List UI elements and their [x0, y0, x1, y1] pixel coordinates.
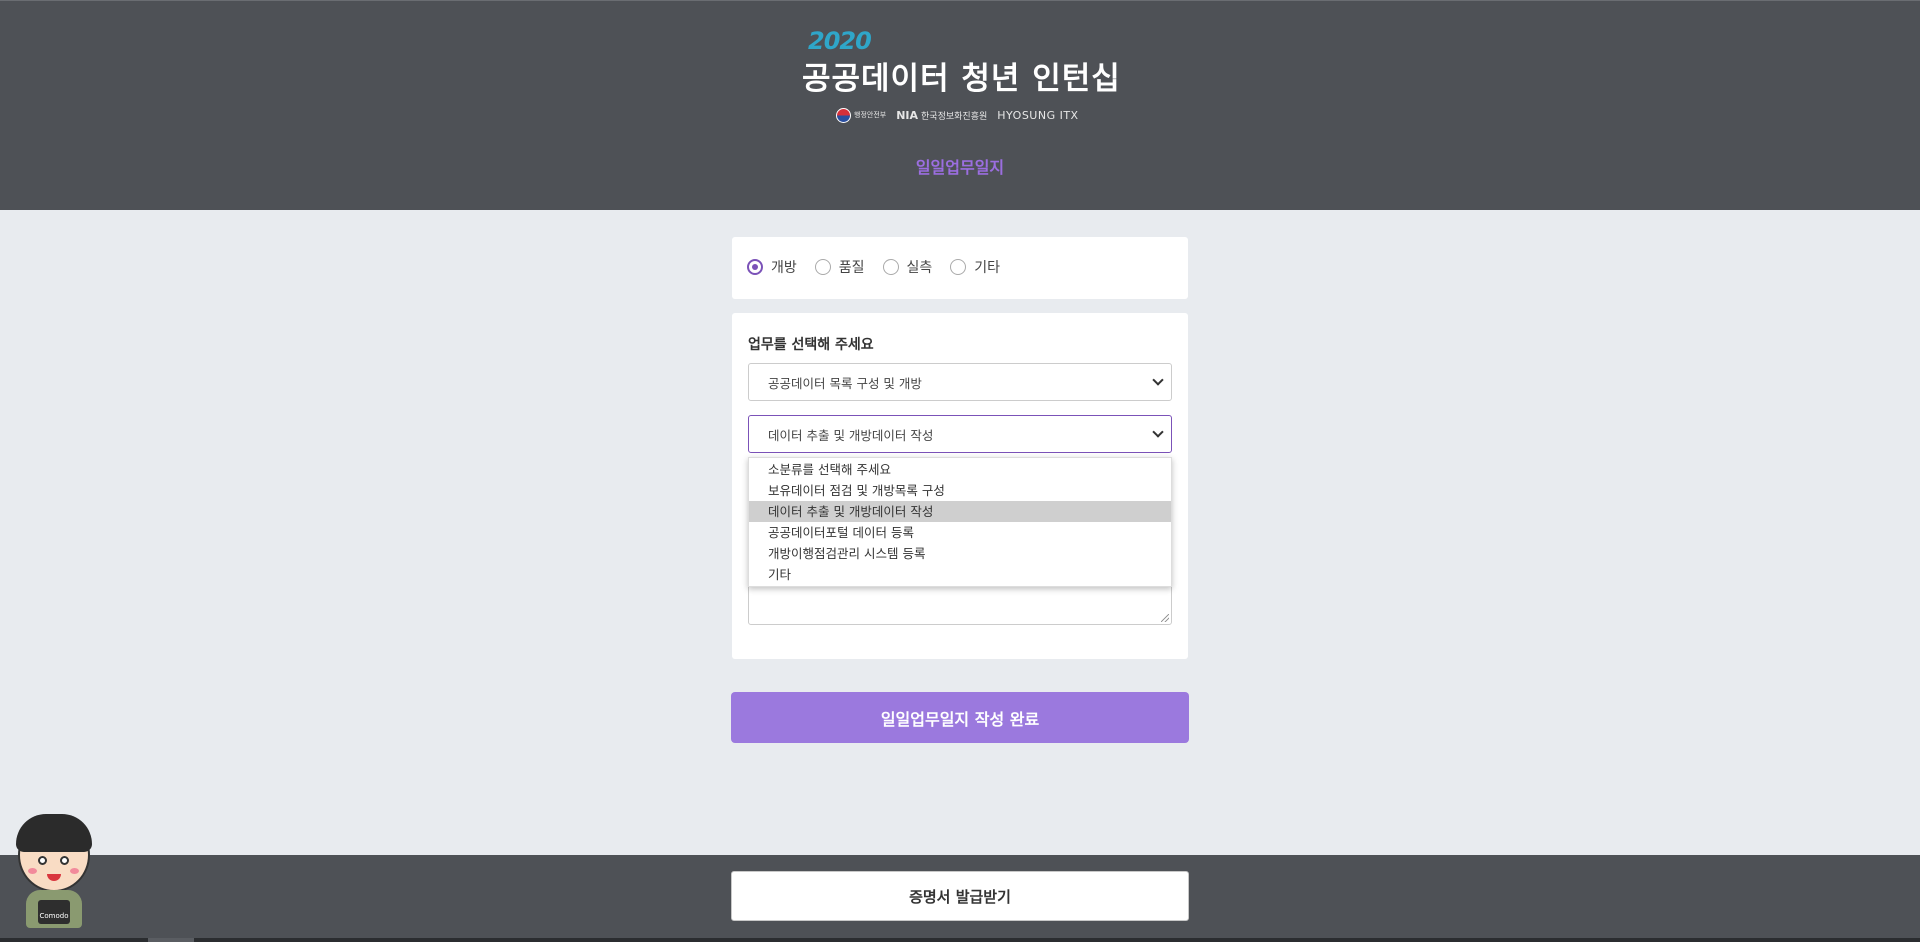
sub-task-dropdown-list: 소분류를 선택해 주세요 보유데이터 점검 및 개방목록 구성 데이터 추출 및…	[748, 457, 1172, 587]
mascot-eye	[38, 856, 47, 865]
radio-circle-checked[interactable]	[747, 259, 763, 275]
main-task-select[interactable]: 공공데이터 목록 구성 및 개방	[748, 363, 1172, 401]
mascot-character-icon[interactable]: Comodo	[12, 812, 96, 930]
dropdown-option[interactable]: 개방이행점검관리 시스템 등록	[749, 543, 1171, 564]
certificate-button[interactable]: 증명서 발급받기	[731, 871, 1189, 921]
radio-survey[interactable]: 실측	[882, 257, 932, 277]
mascot-eye	[60, 856, 69, 865]
dropdown-option[interactable]: 보유데이터 점검 및 개방목록 구성	[749, 480, 1171, 501]
mascot-hair	[16, 814, 92, 852]
category-card: 개방 품질 실측 기타	[732, 237, 1188, 299]
chevron-down-icon	[1152, 374, 1164, 386]
radio-open[interactable]: 개방	[747, 257, 797, 277]
dropdown-option-selected[interactable]: 데이터 추출 및 개방데이터 작성	[749, 501, 1171, 522]
radio-circle[interactable]	[882, 259, 899, 275]
page-title: 공공데이터 청년 인턴십	[802, 61, 1121, 97]
resize-handle-icon[interactable]	[1161, 614, 1169, 622]
dropdown-option[interactable]: 공공데이터포털 데이터 등록	[749, 522, 1171, 543]
radio-circle[interactable]	[950, 259, 967, 275]
dropdown-option[interactable]: 소분류를 선택해 주세요	[749, 459, 1171, 480]
mascot-cheek	[70, 868, 79, 874]
hyosung-logo: HYOSUNG ITX	[997, 108, 1079, 122]
sponsor-logos: 행정안전부 NIA 한국정보화진흥원 HYOSUNG ITX	[836, 107, 1079, 123]
chevron-down-icon	[1152, 426, 1164, 438]
nia-logo: NIA 한국정보화진흥원	[896, 108, 988, 122]
dropdown-option[interactable]: 기타	[749, 564, 1171, 585]
mascot-badge: Comodo	[38, 900, 70, 924]
radio-etc[interactable]: 기타	[950, 257, 1000, 277]
task-label: 업무를 선택해 주세요	[748, 337, 874, 353]
mascot-cheek	[28, 868, 37, 874]
category-radio-group: 개방 품질 실측 기타	[747, 257, 1018, 277]
radio-quality[interactable]: 품질	[814, 257, 865, 277]
bottom-scrollbar[interactable]	[0, 938, 1920, 942]
taeguk-icon	[836, 107, 851, 123]
radio-circle[interactable]	[814, 259, 831, 275]
year-label: 2020	[808, 27, 872, 55]
page-footer: 증명서 발급받기	[0, 855, 1920, 942]
mois-logo: 행정안전부	[836, 107, 886, 123]
page-subtitle: 일일업무일지	[915, 158, 1005, 177]
submit-log-button[interactable]: 일일업무일지 작성 완료	[731, 692, 1189, 743]
sub-task-select[interactable]: 데이터 추출 및 개방데이터 작성	[748, 415, 1172, 453]
page-header: 2020 공공데이터 청년 인턴십 행정안전부 NIA 한국정보화진흥원 HYOS…	[0, 0, 1920, 210]
